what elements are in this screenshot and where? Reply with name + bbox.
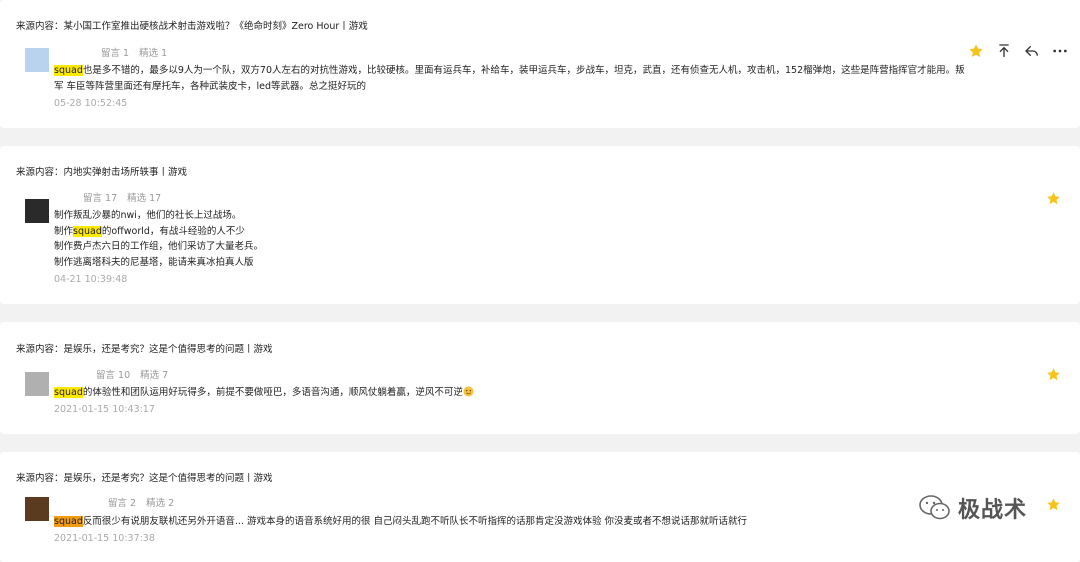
line-text: 制作逃离塔科夫的尼基塔，能请来真冰拍真人版	[54, 256, 254, 268]
timestamp: 05-28 10:52:45	[54, 98, 128, 109]
more-icon[interactable]	[1052, 43, 1068, 59]
keyword-highlight: squad	[54, 387, 83, 398]
wechat-icon	[919, 495, 950, 520]
selected-count: 精选 17	[127, 193, 162, 204]
line-text: 也是多不错的，最多以9人为一个队，双方70人左右的对抗性游戏，比较硬核。里面有运…	[82, 65, 965, 76]
comment-count: 留言 10	[96, 370, 131, 381]
star-icon[interactable]	[1046, 497, 1061, 512]
pin-top-icon[interactable]	[996, 43, 1012, 59]
source-title[interactable]: 来源内容：是娱乐，还是考究？这是个值得思考的问题丨游戏	[16, 341, 273, 355]
comment-line: 制作叛乱沙暴的nwi，他们的社长上过战场。	[54, 208, 263, 224]
line-text: 制作叛乱沙暴的nwi，他们的社长上过战场。	[54, 210, 242, 221]
comment-count: 留言 2	[108, 498, 137, 509]
comment-stats: 留言 2 精选 2	[108, 495, 174, 509]
source-title[interactable]: 来源内容：某小国工作室推出硬核战术射击游戏啦？《绝命时刻》Zero Hour丨游…	[16, 18, 368, 32]
source-title[interactable]: 来源内容：内地实弹射击场所轶事丨游戏	[16, 164, 187, 178]
timestamp: 2021-01-15 10:37:38	[54, 533, 155, 544]
comment-text: squad反而很少有说朋友联机还另外开语音... 游戏本身的语音系统好用的很 自…	[54, 514, 747, 530]
comment-line: 制作逃离塔科夫的尼基塔，能请来真冰拍真人版	[54, 255, 263, 271]
star-icon[interactable]	[1046, 191, 1061, 206]
comment-count: 留言 17	[83, 193, 118, 204]
avatar[interactable]	[25, 48, 49, 72]
watermark: 极战术	[918, 492, 1027, 524]
comment-count: 留言 1	[101, 48, 130, 59]
comment-stats: 留言 10 精选 7	[96, 367, 168, 381]
line-text: 反而很少有说朋友联机还另外开语音... 游戏本身的语音系统好用的很 自己闷头乱跑…	[82, 516, 747, 527]
comment-line: 制作squad的offworld，有战斗经验的人不少	[54, 224, 263, 240]
comment-line: squad反而很少有说朋友联机还另外开语音... 游戏本身的语音系统好用的很 自…	[54, 514, 747, 530]
selected-count: 精选 2	[146, 498, 175, 509]
star-icon[interactable]	[968, 43, 984, 59]
line-text: 的体验性和团队运用好玩得多，前提不要做哑巴，多语音沟通，顺风仗躺着赢，逆风不可逆	[82, 387, 463, 398]
keyword-highlight: squad	[54, 65, 83, 76]
star-icon[interactable]	[1046, 367, 1061, 382]
reply-icon[interactable]	[1024, 43, 1040, 59]
comment-card: 来源内容：是娱乐，还是考究？这是个值得思考的问题丨游戏 留言 10 精选 7 sq…	[0, 322, 1080, 434]
keyword-highlight: squad	[73, 225, 102, 237]
comment-text: squad也是多不错的，最多以9人为一个队，双方70人左右的对抗性游戏，比较硬核…	[54, 63, 965, 94]
avatar[interactable]	[25, 372, 49, 396]
comment-text: squad的体验性和团队运用好玩得多，前提不要做哑巴，多语音沟通，顺风仗躺着赢，…	[54, 385, 474, 401]
source-title[interactable]: 来源内容：是娱乐，还是考究？这是个值得思考的问题丨游戏	[16, 470, 273, 484]
sweat-smile-emoji-icon	[463, 386, 474, 397]
comment-line: 制作费卢杰六日的工作组，他们采访了大量老兵。	[54, 239, 263, 255]
selected-count: 精选 1	[139, 48, 168, 59]
timestamp: 2021-01-15 10:43:17	[54, 404, 155, 415]
comment-card: 来源内容：某小国工作室推出硬核战术射击游戏啦？《绝命时刻》Zero Hour丨游…	[0, 0, 1080, 128]
comment-stats: 留言 1 精选 1	[101, 45, 167, 59]
comment-stats: 留言 17 精选 17	[83, 190, 161, 204]
line-text: 军 车臣等阵营里面还有摩托车，各种武装皮卡，led等武器。总之挺好玩的	[54, 80, 367, 92]
line-text: 制作	[54, 225, 74, 237]
avatar[interactable]	[25, 497, 49, 521]
comment-text: 制作叛乱沙暴的nwi，他们的社长上过战场。 制作squad的offworld，有…	[54, 208, 263, 270]
keyword-highlight: squad	[54, 516, 83, 527]
comment-line: squad的体验性和团队运用好玩得多，前提不要做哑巴，多语音沟通，顺风仗躺着赢，…	[54, 385, 474, 401]
timestamp: 04-21 10:39:48	[54, 274, 128, 285]
watermark-text: 极战术	[958, 498, 1028, 523]
comment-card: 来源内容：内地实弹射击场所轶事丨游戏 留言 17 精选 17 制作叛乱沙暴的nwi…	[0, 146, 1080, 304]
comment-line: squad也是多不错的，最多以9人为一个队，双方70人左右的对抗性游戏，比较硬核…	[54, 63, 965, 79]
selected-count: 精选 7	[140, 370, 169, 381]
comment-line: 军 车臣等阵营里面还有摩托车，各种武装皮卡，led等武器。总之挺好玩的	[54, 79, 965, 95]
avatar[interactable]	[25, 199, 49, 223]
line-text: 的offworld，有战斗经验的人不少	[101, 225, 245, 237]
comment-actions	[968, 43, 1068, 59]
line-text: 制作费卢杰六日的工作组，他们采访了大量老兵。	[54, 241, 264, 252]
